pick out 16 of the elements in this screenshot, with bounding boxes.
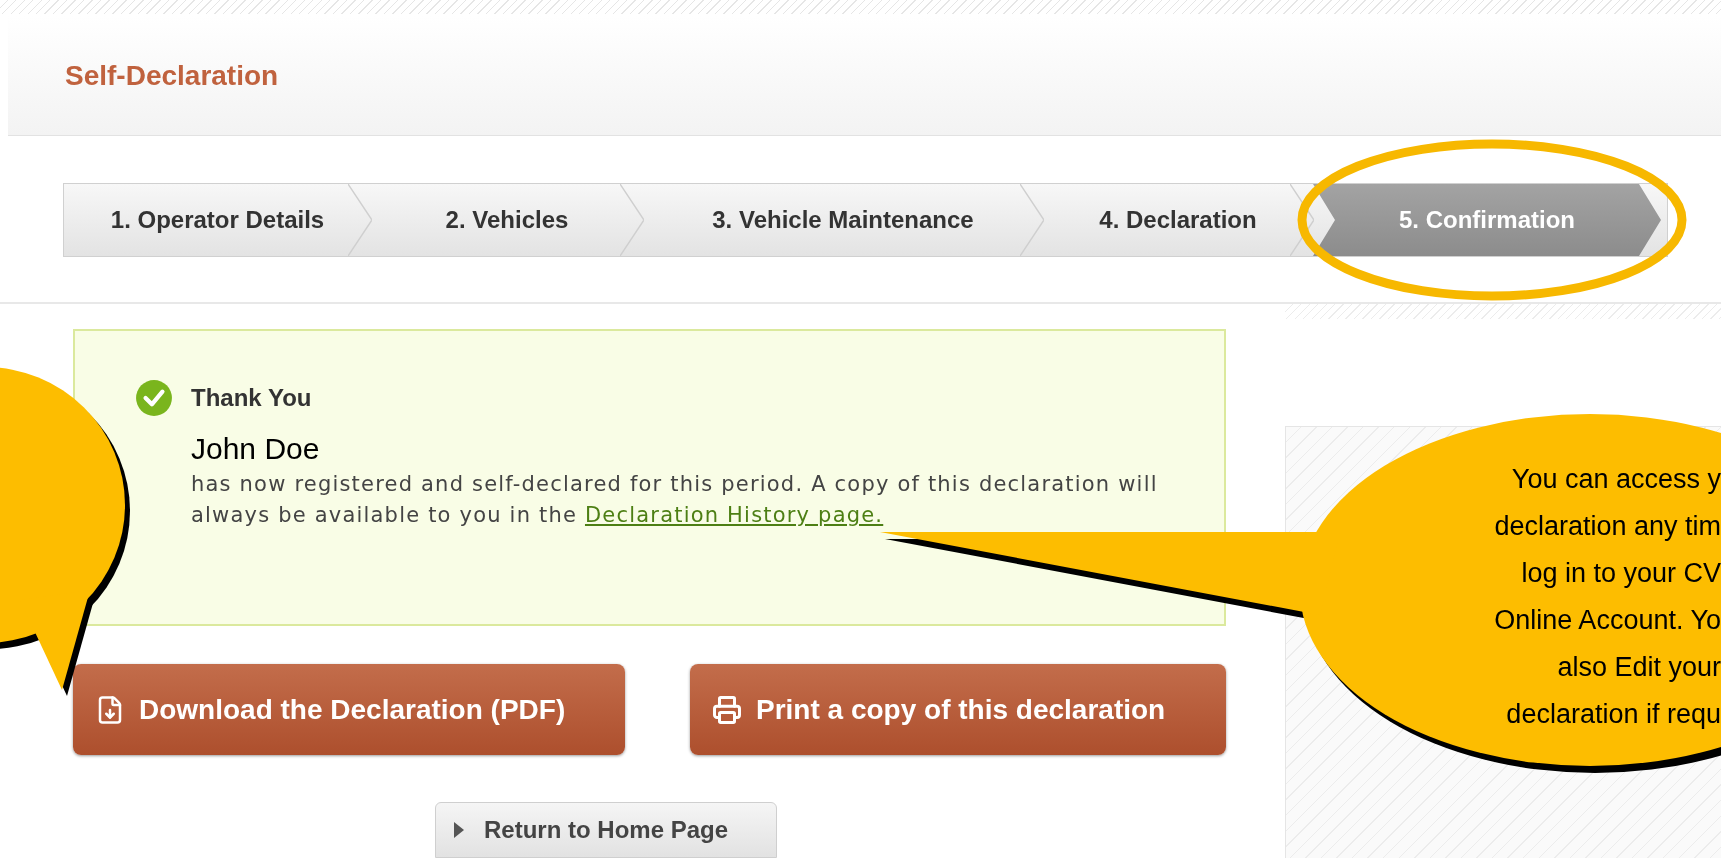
check-circle-icon [135, 379, 173, 417]
confirmation-message: has now registered and self-declared for this period. A copy of this declaration will always be available to you in the Declaration History page. [191, 471, 1159, 529]
history-link[interactable]: Declaration History page. [584, 503, 884, 527]
page-title: Self-Declaration [65, 58, 279, 93]
printer-icon [712, 694, 742, 725]
user-name: John Doe [191, 431, 321, 467]
print-button[interactable]: Print a copy of this declaration [690, 664, 1226, 755]
download-button[interactable]: Download the Declaration (PDF) [73, 664, 625, 755]
step-tab[interactable]: 2. Vehicles [371, 184, 643, 256]
thank-you-heading: Thank You [191, 383, 312, 413]
caret-icon [454, 822, 464, 838]
callout-text: You can access y declaration any tim log in to your CV Online Account. Yo also Edit your declaration if requ [1494, 463, 1721, 731]
step-tab[interactable]: 4. Declaration [1043, 184, 1313, 256]
return-home-button[interactable]: Return to Home Page [435, 802, 777, 858]
step-tab[interactable]: 1. Operator Details [64, 184, 371, 256]
step-tab[interactable]: 3. Vehicle Maintenance [643, 184, 1043, 256]
